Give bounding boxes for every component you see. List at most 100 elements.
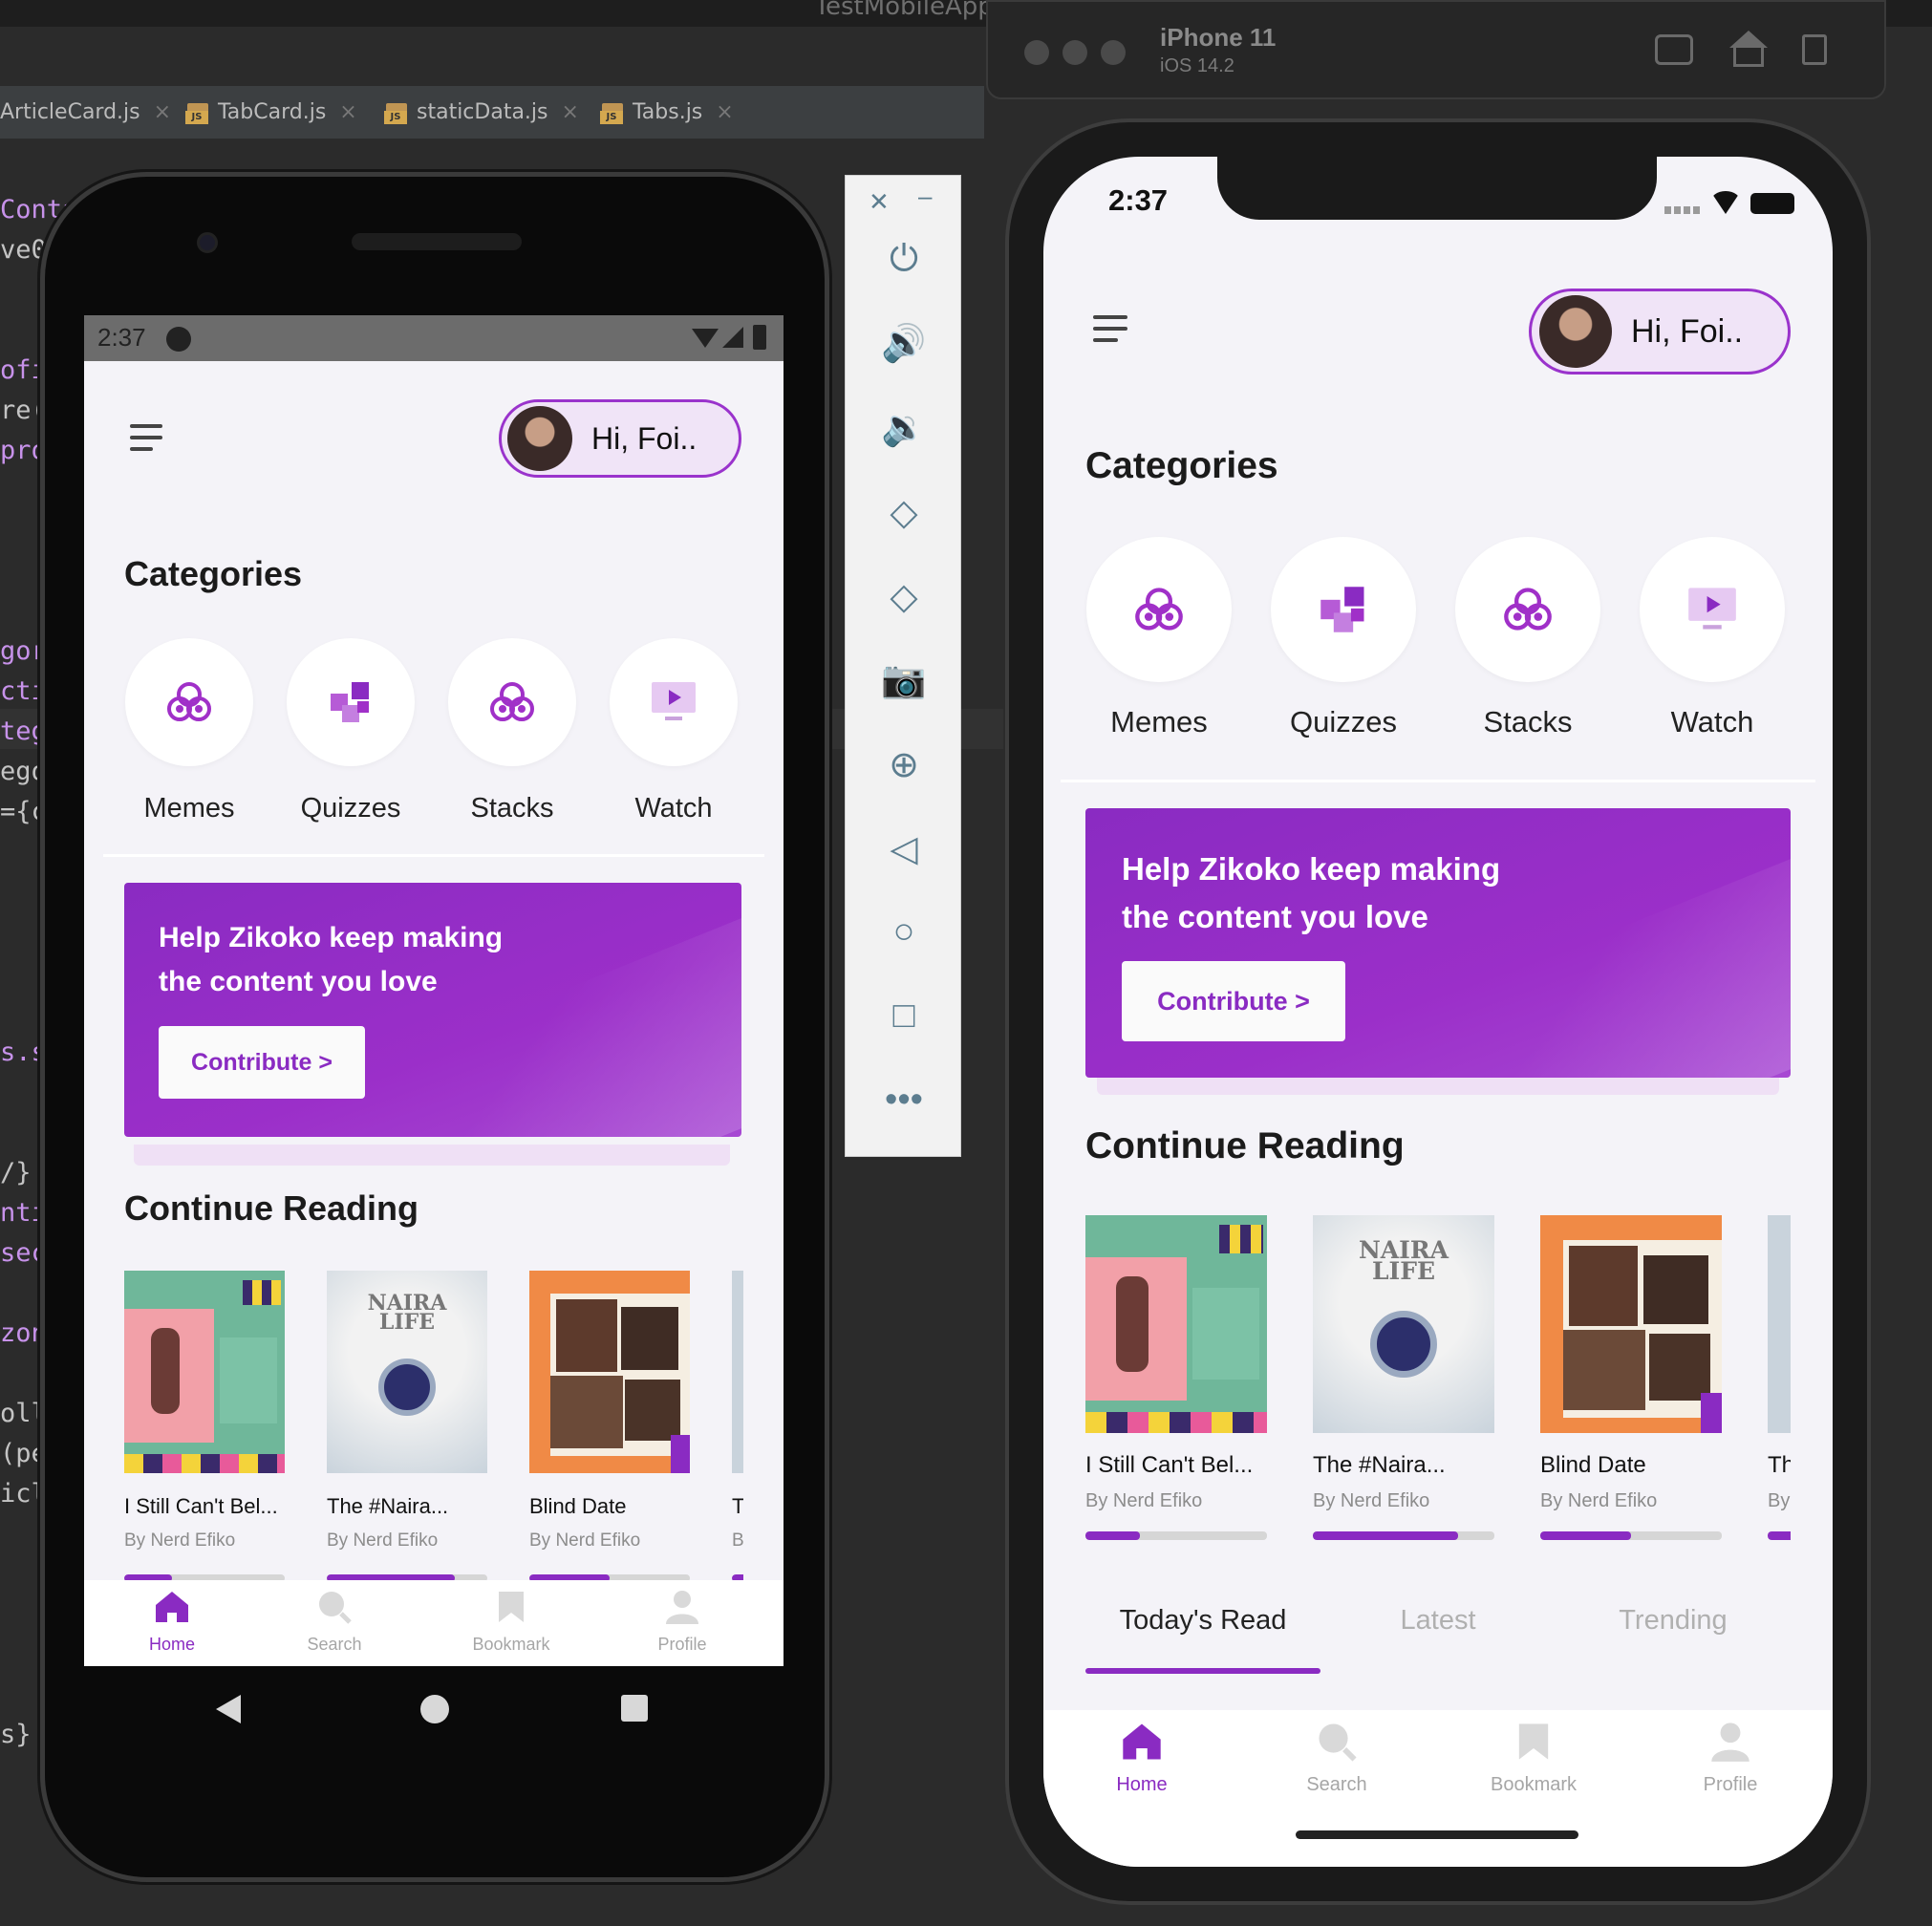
- category-label: Quizzes: [300, 793, 401, 824]
- category-quizzes[interactable]: Quizzes: [1270, 537, 1417, 739]
- contribute-banner: Help Zikoko keep making the content you …: [124, 883, 741, 1137]
- hamburger-menu-icon[interactable]: [1093, 315, 1127, 350]
- nav-label: Bookmark: [472, 1635, 550, 1654]
- tab-trending[interactable]: Trending: [1556, 1605, 1791, 1637]
- stacked-circles-icon: [167, 682, 211, 721]
- wifi-icon: [692, 329, 719, 348]
- more-icon[interactable]: •••: [846, 1080, 962, 1121]
- category-quizzes[interactable]: Quizzes: [286, 638, 416, 824]
- monitor-play-icon: [652, 682, 696, 720]
- rotate-right-icon[interactable]: ◇: [846, 575, 962, 618]
- home-button-icon[interactable]: [420, 1695, 449, 1723]
- article-title: I Still Can't Bel...: [1085, 1452, 1254, 1478]
- article-card[interactable]: Th By: [1768, 1215, 1791, 1540]
- tab-label: Tabs.js: [633, 100, 703, 124]
- profile-icon: [1711, 1723, 1750, 1762]
- editor-tab[interactable]: ArticleCard.js ×: [0, 86, 171, 139]
- close-icon[interactable]: ×: [154, 100, 171, 124]
- nav-profile[interactable]: Profile: [633, 1590, 732, 1655]
- monitor-play-icon: [1688, 588, 1736, 630]
- rotate-left-icon[interactable]: ◇: [846, 491, 962, 534]
- category-icon-circle: [125, 638, 253, 766]
- user-greeting-pill[interactable]: Hi, Foi..: [1529, 289, 1791, 374]
- nav-search[interactable]: Search: [285, 1590, 384, 1655]
- banner-line-1: Help Zikoko keep making: [159, 922, 504, 953]
- nav-bookmark[interactable]: Bookmark: [1471, 1722, 1596, 1796]
- rotate-icon[interactable]: [1802, 34, 1827, 65]
- volume-up-icon[interactable]: 🔊: [846, 323, 962, 365]
- close-window-icon[interactable]: [1024, 40, 1049, 65]
- article-card[interactable]: I Still Can't Bel... By Nerd Efiko: [124, 1271, 285, 1582]
- category-memes[interactable]: Memes: [1085, 537, 1233, 739]
- category-memes[interactable]: Memes: [124, 638, 254, 824]
- nav-bookmark[interactable]: Bookmark: [449, 1590, 573, 1655]
- banner-line-2: the content you love: [159, 966, 438, 997]
- search-icon: [319, 1592, 352, 1624]
- article-title: I Still Can't Bel...: [124, 1494, 278, 1518]
- greeting-text: Hi, Foi..: [1631, 312, 1744, 350]
- minimize-window-icon[interactable]: [1063, 40, 1087, 65]
- back-icon[interactable]: ◁: [846, 827, 962, 870]
- category-icon-circle: [1640, 537, 1785, 682]
- zoom-window-icon[interactable]: [1101, 40, 1126, 65]
- contribute-banner: Help Zikoko keep making the content you …: [1085, 808, 1791, 1078]
- code-fragment: /}: [0, 1158, 32, 1188]
- home-indicator[interactable]: [1296, 1830, 1578, 1839]
- power-icon[interactable]: ⏻: [846, 239, 962, 280]
- reading-progress-bar: [1085, 1531, 1267, 1540]
- editor-tab[interactable]: JS staticData.js ×: [382, 86, 579, 139]
- recents-icon[interactable]: [621, 1695, 648, 1722]
- user-greeting-pill[interactable]: Hi, Foi..: [499, 399, 741, 478]
- category-watch[interactable]: Watch: [1639, 537, 1786, 739]
- article-card[interactable]: Th By: [732, 1271, 743, 1582]
- close-icon[interactable]: ×: [562, 100, 579, 124]
- tab-latest[interactable]: Latest: [1320, 1605, 1556, 1637]
- nav-home[interactable]: Home: [1089, 1722, 1194, 1796]
- battery-icon: [1750, 193, 1794, 214]
- home-icon[interactable]: ○: [846, 911, 962, 952]
- hamburger-menu-icon[interactable]: [130, 424, 162, 459]
- article-card[interactable]: Blind Date By Nerd Efiko: [529, 1271, 690, 1582]
- editor-tab[interactable]: JS Tabs.js ×: [598, 86, 734, 139]
- simulator-os-version: iOS 14.2: [1160, 55, 1234, 76]
- code-fragment: ve0: [0, 235, 47, 265]
- home-icon[interactable]: [1729, 31, 1768, 48]
- close-icon[interactable]: ✕: [869, 187, 890, 217]
- overview-icon[interactable]: □: [846, 995, 962, 1037]
- category-stacks[interactable]: Stacks: [1454, 537, 1601, 739]
- minimize-icon[interactable]: –: [918, 182, 932, 211]
- content-tabs: Today's Read Latest Trending: [1085, 1605, 1792, 1681]
- contribute-button[interactable]: Contribute >: [159, 1026, 365, 1099]
- contribute-button[interactable]: Contribute >: [1122, 961, 1345, 1041]
- article-card[interactable]: I Still Can't Bel... By Nerd Efiko: [1085, 1215, 1267, 1540]
- screenshot-icon[interactable]: 📷: [846, 659, 962, 701]
- back-icon[interactable]: [216, 1695, 241, 1723]
- tab-todays-read[interactable]: Today's Read: [1085, 1605, 1320, 1637]
- continue-reading-heading: Continue Reading: [124, 1188, 419, 1228]
- close-icon[interactable]: ×: [716, 100, 733, 124]
- editor-tab[interactable]: JS TabCard.js ×: [183, 86, 357, 139]
- bottom-navigation: Home Search Bookmark Profile: [1043, 1710, 1833, 1867]
- puzzle-icon: [1320, 587, 1364, 632]
- category-stacks[interactable]: Stacks: [447, 638, 577, 824]
- volume-down-icon[interactable]: 🔉: [846, 407, 962, 449]
- bookmark-icon: [499, 1592, 524, 1622]
- category-watch[interactable]: Watch: [609, 638, 739, 824]
- search-icon: [1319, 1723, 1357, 1762]
- zoom-icon[interactable]: ⊕: [846, 743, 962, 786]
- close-icon[interactable]: ×: [339, 100, 356, 124]
- article-card[interactable]: NAIRA LIFE The #Naira... By Nerd Efiko: [1313, 1215, 1494, 1540]
- article-author: By Nerd Efiko: [327, 1530, 439, 1551]
- stacked-circles-icon: [1135, 588, 1183, 631]
- article-card[interactable]: NAIRA LIFE The #Naira... By Nerd Efiko: [327, 1271, 487, 1582]
- screenshot-icon[interactable]: [1655, 34, 1693, 65]
- camera-icon: [197, 232, 218, 253]
- reading-progress-bar: [1313, 1531, 1494, 1540]
- article-card[interactable]: Blind Date By Nerd Efiko: [1540, 1215, 1722, 1540]
- nav-home[interactable]: Home: [122, 1590, 222, 1655]
- status-time: 2:37: [97, 323, 146, 352]
- android-screen: 2:37 Hi, Foi.. Categories Memes Quizzes …: [84, 315, 784, 1666]
- nav-profile[interactable]: Profile: [1678, 1722, 1783, 1796]
- nav-search[interactable]: Search: [1284, 1722, 1389, 1796]
- profile-icon: [666, 1591, 698, 1624]
